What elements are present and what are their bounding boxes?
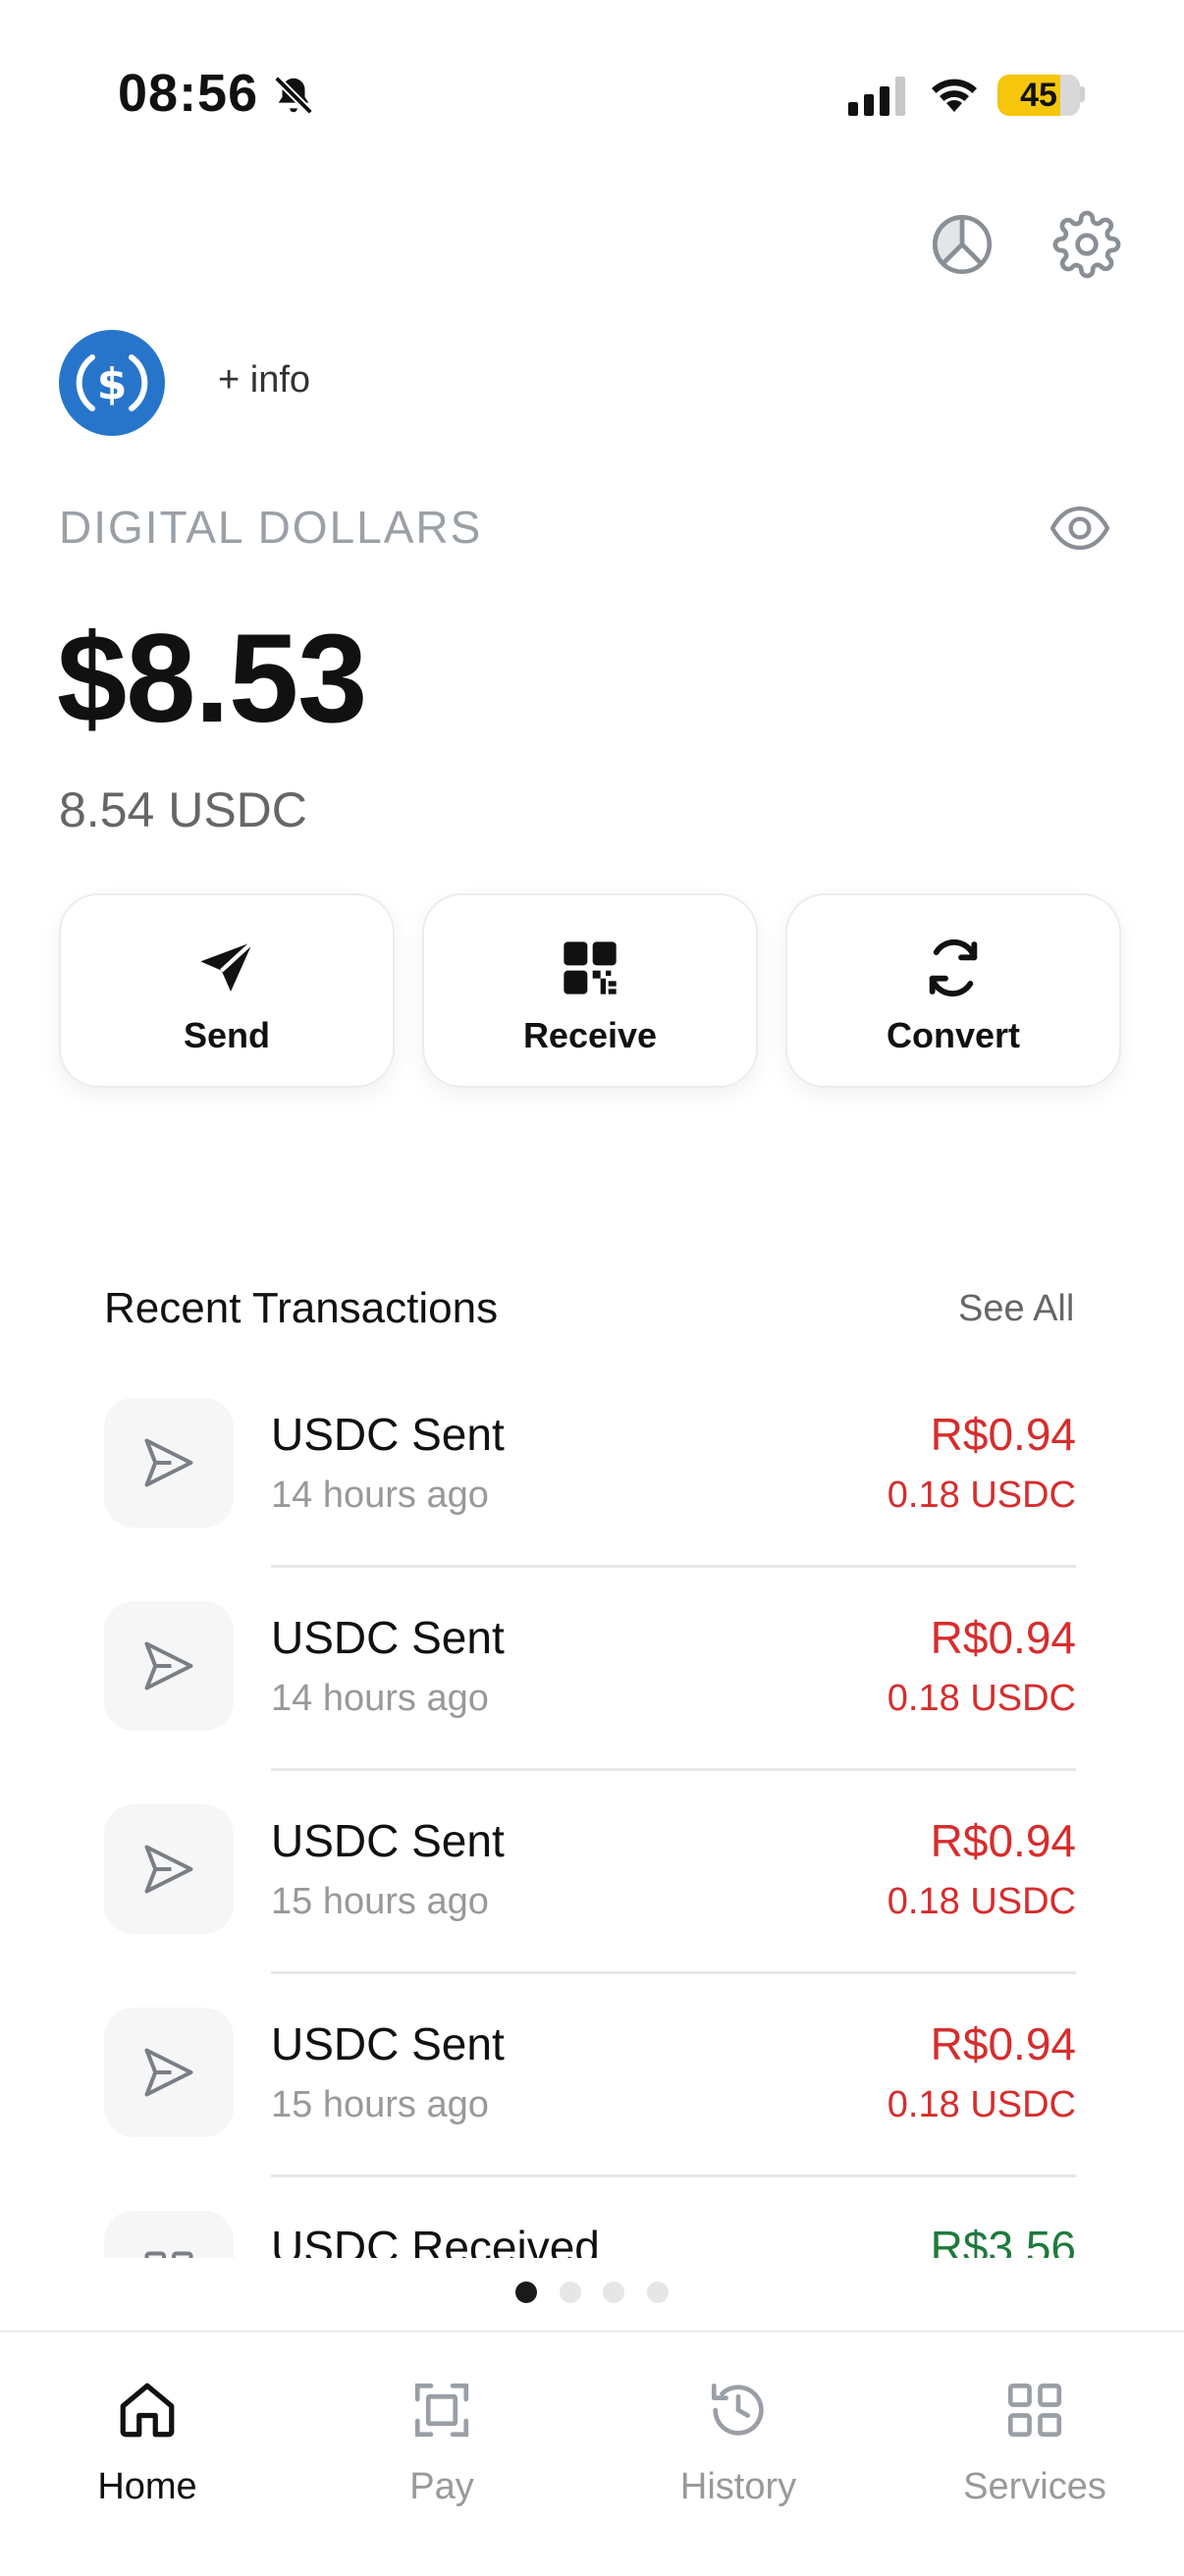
receive-label: Receive — [522, 1015, 658, 1055]
tab-services[interactable]: Services — [888, 2352, 1182, 2549]
transaction-icon — [104, 1804, 234, 1934]
send-arrow-icon — [200, 939, 255, 992]
info-link[interactable]: + info — [218, 359, 310, 402]
transaction-amount: R$0.94 — [930, 1612, 1076, 1663]
scan-icon — [414, 2383, 469, 2438]
transaction-usdc: 0.18 USDC — [887, 2084, 1076, 2125]
transaction-usdc: 0.18 USDC — [887, 1475, 1076, 1516]
refresh-convert-icon — [929, 939, 978, 997]
transaction-row[interactable]: USDC Sent 14 hours ago R$0.94 0.18 USDC — [0, 1587, 1184, 1790]
battery-cap — [1080, 86, 1085, 102]
see-all-link[interactable]: See All — [958, 1288, 1074, 1330]
transaction-title: USDC Sent — [271, 2018, 505, 2069]
qr-code-icon — [564, 941, 617, 994]
balance-amount: $8.53 — [57, 609, 367, 749]
transaction-title: USDC Received — [271, 2222, 600, 2258]
transaction-title: USDC Sent — [271, 1612, 505, 1663]
transaction-amount: R$0.94 — [930, 1409, 1076, 1460]
status-time: 08:56 — [118, 64, 259, 123]
convert-label: Convert — [886, 1015, 1021, 1055]
battery-indicator: 45 — [997, 75, 1080, 116]
transaction-icon — [104, 2211, 234, 2258]
transaction-icon — [104, 2008, 234, 2137]
row-divider — [271, 1971, 1076, 1974]
received-grid-icon — [144, 2251, 193, 2258]
tab-home[interactable]: Home — [0, 2352, 295, 2549]
tab-history-label: History — [679, 2466, 797, 2507]
transaction-time: 14 hours ago — [271, 1475, 489, 1516]
usdc-coin-icon: $ — [76, 354, 148, 411]
transaction-amount: R$3.56 — [930, 2222, 1076, 2258]
bottom-tab-bar: Home Pay History Services — [0, 2331, 1184, 2576]
receive-button[interactable]: Receive — [422, 893, 758, 1088]
send-button[interactable]: Send — [59, 893, 395, 1088]
balance-usdc: 8.54 USDC — [59, 782, 307, 837]
transaction-time: 15 hours ago — [271, 2084, 489, 2125]
page-indicator — [0, 2281, 1184, 2308]
pie-chart-icon[interactable] — [928, 210, 996, 279]
services-grid-icon — [1007, 2383, 1062, 2438]
eye-icon[interactable] — [1049, 497, 1111, 560]
sent-paper-plane-icon — [144, 1438, 193, 1487]
page-dot-active[interactable] — [515, 2281, 538, 2303]
transactions-list[interactable]: USDC Sent 14 hours ago R$0.94 0.18 USDC … — [0, 1384, 1184, 2258]
transaction-usdc: 0.18 USDC — [887, 1881, 1076, 1922]
convert-button[interactable]: Convert — [785, 893, 1121, 1088]
page-dot[interactable] — [646, 2281, 669, 2303]
usdc-coin-logo: $ — [59, 330, 165, 436]
page-dot[interactable] — [603, 2281, 625, 2303]
transaction-title: USDC Sent — [271, 1815, 505, 1866]
wifi-icon — [932, 79, 977, 112]
tab-home-label: Home — [97, 2466, 197, 2507]
bell-muted-icon — [274, 76, 313, 115]
transaction-usdc: 0.18 USDC — [887, 1678, 1076, 1719]
transaction-title: USDC Sent — [271, 1409, 505, 1460]
transaction-time: 15 hours ago — [271, 1881, 489, 1922]
transaction-row[interactable]: USDC Sent 15 hours ago R$0.94 0.18 USDC — [0, 1791, 1184, 1993]
transaction-amount: R$0.94 — [930, 2018, 1076, 2069]
home-icon — [120, 2383, 175, 2438]
row-divider — [271, 1768, 1076, 1771]
transaction-row[interactable]: USDC Sent 14 hours ago R$0.94 0.18 USDC — [0, 1384, 1184, 1586]
transaction-row[interactable]: USDC Sent 15 hours ago R$0.94 0.18 USDC — [0, 1994, 1184, 2196]
sent-paper-plane-icon — [144, 1641, 193, 1690]
tab-services-label: Services — [963, 2466, 1106, 2507]
tab-pay-label: Pay — [409, 2466, 474, 2507]
transaction-icon — [104, 1398, 234, 1528]
tab-history[interactable]: History — [591, 2352, 886, 2549]
transaction-row[interactable]: USDC Received R$3.56 — [0, 2197, 1184, 2258]
recent-transactions-title: Recent Transactions — [104, 1284, 499, 1332]
history-clock-icon — [711, 2383, 764, 2436]
transaction-icon — [104, 1601, 234, 1731]
row-divider — [271, 1565, 1076, 1568]
cellular-signal-icon — [848, 77, 905, 116]
transaction-time: 14 hours ago — [271, 1678, 489, 1719]
sent-paper-plane-icon — [144, 1845, 193, 1894]
page-dot[interactable] — [559, 2281, 581, 2303]
sent-paper-plane-icon — [144, 2048, 193, 2097]
tab-pay[interactable]: Pay — [295, 2352, 589, 2549]
transaction-amount: R$0.94 — [930, 1815, 1076, 1866]
row-divider — [271, 2174, 1076, 2177]
settings-gear-icon[interactable] — [1052, 210, 1121, 279]
svg-text:$: $ — [97, 359, 128, 409]
wallet-label: DIGITAL DOLLARS — [59, 502, 483, 553]
send-label: Send — [183, 1015, 270, 1055]
battery-level: 45 — [1020, 77, 1057, 114]
